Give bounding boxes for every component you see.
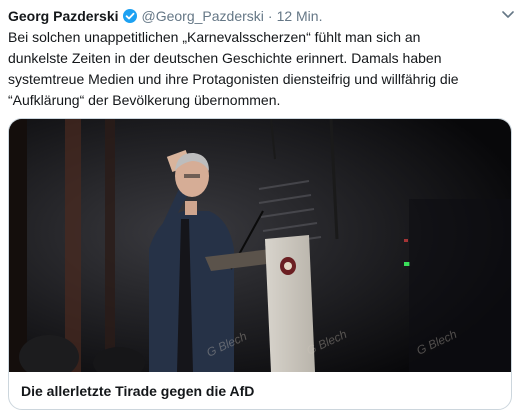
card-image: G Blech G Blech G Blech	[9, 119, 511, 372]
tweet-timestamp[interactable]: 12 Min.	[277, 8, 323, 24]
header-separator: ·	[267, 8, 273, 24]
author-handle[interactable]: @Georg_Pazderski	[142, 8, 264, 24]
author-name[interactable]: Georg Pazderski	[8, 8, 119, 24]
tweet-text: Bei solchen unappetitlichen „Karnevalssc…	[8, 29, 459, 108]
tweet-header: Georg Pazderski @Georg_Pazderski · 12 Mi…	[8, 6, 511, 26]
link-card[interactable]: G Blech G Blech G Blech Die allerletzte …	[8, 118, 512, 410]
verified-badge-icon	[122, 8, 138, 24]
chevron-down-icon[interactable]	[501, 8, 515, 22]
card-title[interactable]: Die allerletzte Tirade gegen die AfD	[21, 383, 254, 399]
